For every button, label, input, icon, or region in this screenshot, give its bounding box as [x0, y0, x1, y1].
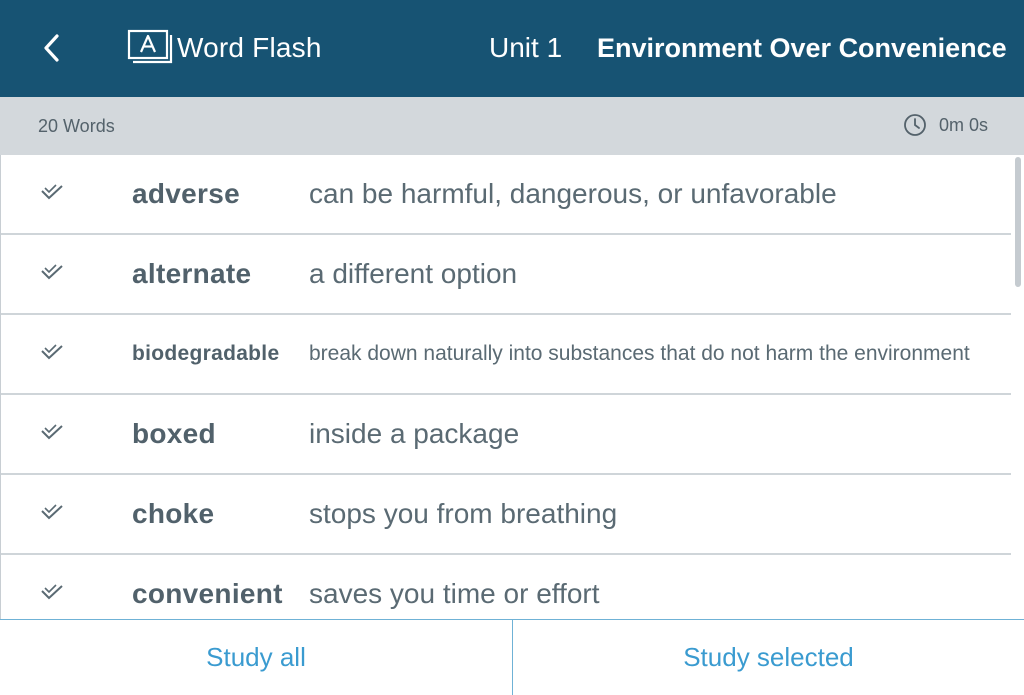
check-icon[interactable]	[39, 182, 65, 204]
unit-label: Unit 1	[489, 32, 563, 63]
word-row[interactable]: alternate a different option	[1, 235, 1011, 315]
word-term: adverse	[132, 178, 240, 209]
timer: 0m 0s	[903, 113, 988, 137]
clock-icon	[904, 114, 926, 136]
word-definition: saves you time or effort	[309, 578, 600, 609]
check-icon[interactable]	[39, 582, 65, 604]
scrollbar[interactable]	[1012, 155, 1024, 619]
word-term: biodegradable	[132, 342, 280, 365]
word-row[interactable]: convenient saves you time or effort	[1, 555, 1011, 619]
page-title: Environment Over Convenience	[597, 33, 1007, 63]
word-row[interactable]: adverse can be harmful, dangerous, or un…	[1, 155, 1011, 235]
word-row[interactable]: biodegradable break down naturally into …	[1, 315, 1011, 395]
scroll-thumb[interactable]	[1015, 157, 1021, 287]
word-definition: break down naturally into substances tha…	[309, 342, 970, 365]
chevron-left-icon	[44, 34, 59, 62]
word-definition: can be harmful, dangerous, or unfavorabl…	[309, 178, 837, 209]
footer-actions: Study all Study selected	[0, 619, 1024, 695]
word-definition: inside a package	[309, 418, 520, 449]
word-term: alternate	[132, 258, 252, 289]
word-count: 20 Words	[38, 116, 115, 136]
word-list: adverse can be harmful, dangerous, or un…	[0, 155, 1011, 619]
word-term: choke	[132, 498, 215, 529]
word-definition: a different option	[309, 258, 518, 289]
word-term: convenient	[132, 578, 283, 609]
study-all-button[interactable]: Study all	[0, 620, 513, 695]
timer-text: 0m 0s	[939, 115, 989, 135]
word-row[interactable]: choke stops you from breathing	[1, 475, 1011, 555]
word-term: boxed	[132, 418, 216, 449]
study-selected-button[interactable]: Study selected	[513, 620, 1024, 695]
app-header: Word Flash Unit 1 Environment Over Conve…	[0, 0, 1024, 97]
flashcard-a-icon	[127, 29, 173, 64]
check-icon[interactable]	[39, 422, 65, 444]
info-bar: 20 Words 0m 0s	[0, 97, 1024, 155]
check-icon[interactable]	[39, 262, 65, 284]
word-row[interactable]: boxed inside a package	[1, 395, 1011, 475]
app-name: Word Flash	[177, 32, 322, 63]
word-definition: stops you from breathing	[309, 498, 618, 529]
check-icon[interactable]	[39, 502, 65, 524]
back-button[interactable]	[32, 28, 72, 68]
check-icon[interactable]	[39, 342, 65, 364]
